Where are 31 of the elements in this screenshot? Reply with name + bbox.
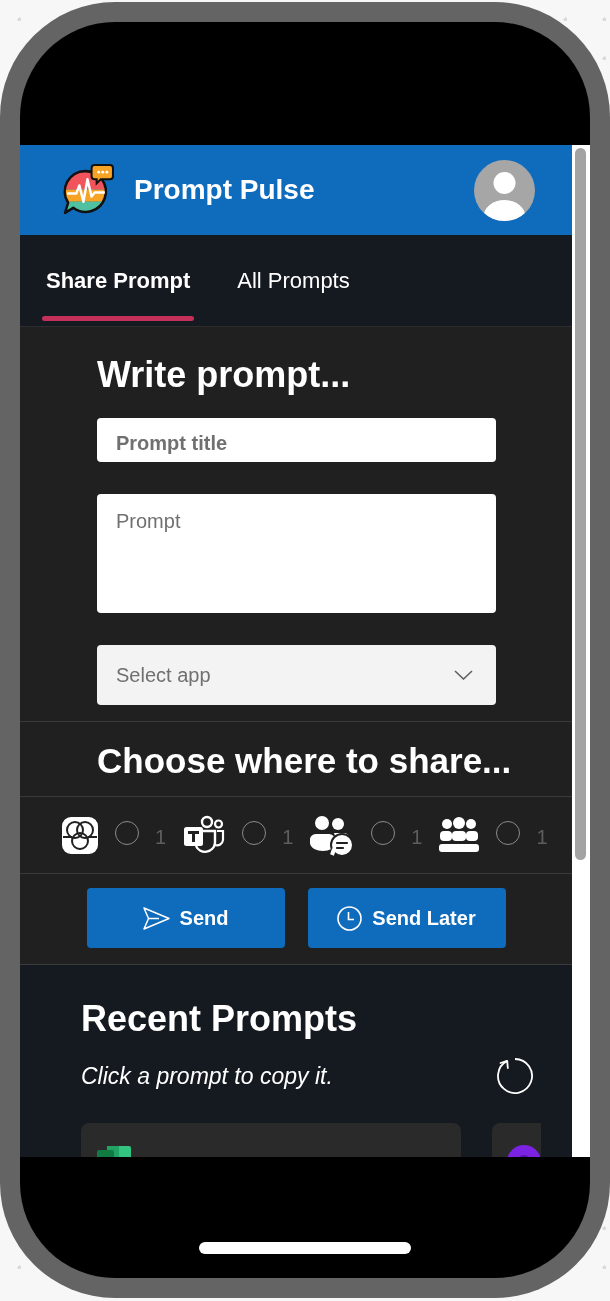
hint-text: Click a prompt to copy it. (81, 1061, 333, 1091)
tab[interactable]: All Prompts (233, 235, 354, 326)
send-icon (142, 906, 170, 930)
logo-icon (62, 164, 114, 216)
people-chat-icon (310, 814, 355, 856)
count-label: 1 (411, 825, 423, 849)
user-avatar[interactable] (474, 159, 535, 221)
app-select[interactable]: Select app (97, 645, 496, 705)
count-label: 1 (536, 825, 548, 849)
title-field[interactable]: Prompt title (97, 418, 496, 462)
count-label: 1 (155, 825, 167, 849)
clock-icon (337, 905, 363, 931)
team-tile-icon (183, 815, 226, 855)
overlapping-circles-icon (62, 816, 98, 854)
app-title: Prompt Pulse (134, 176, 315, 204)
chevron-down-icon (454, 670, 473, 680)
prompt-card[interactable] (81, 1123, 461, 1157)
prompt-field[interactable]: Prompt (97, 494, 496, 613)
tab[interactable]: Share Prompt (42, 235, 195, 326)
group-icon (439, 817, 480, 853)
section-heading: Choose where to share... (97, 740, 512, 782)
tiles-icon (97, 1146, 131, 1157)
section-heading: Write prompt... (97, 353, 352, 397)
send-button[interactable]: Send (86, 888, 285, 948)
section-heading: Recent Prompts (81, 997, 359, 1041)
send-later-button[interactable]: Send Later (307, 888, 506, 948)
scrollbar[interactable] (572, 145, 590, 1157)
count-label: 1 (282, 825, 294, 849)
prompt-card[interactable] (492, 1123, 541, 1157)
refresh-icon[interactable] (496, 1057, 534, 1095)
scrollbar-thumb[interactable] (575, 148, 586, 860)
